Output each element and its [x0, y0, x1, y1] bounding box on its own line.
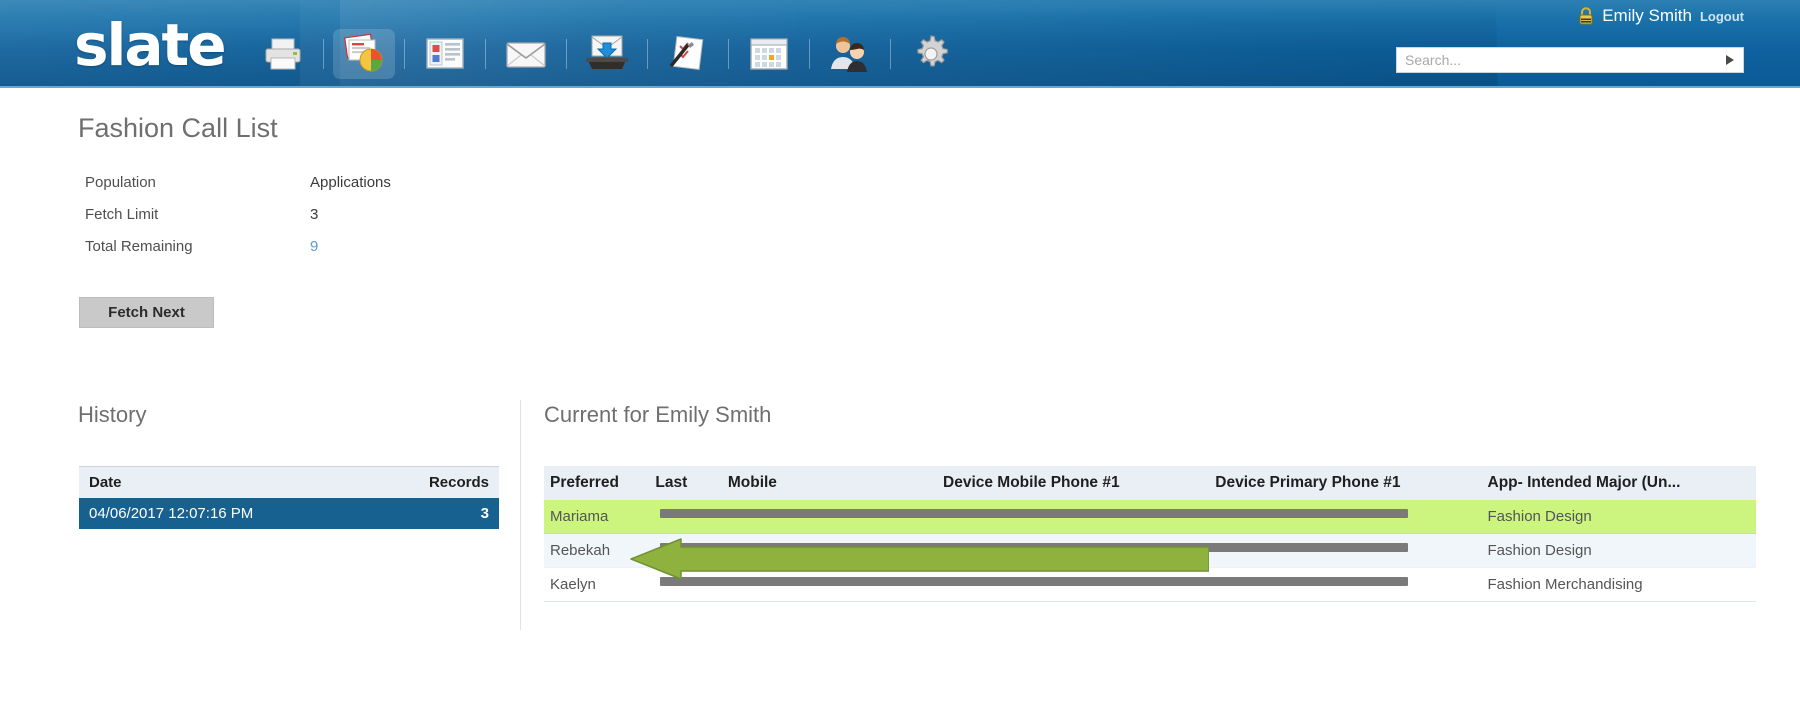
call-list-meta: Population Applications Fetch Limit 3 To…: [85, 166, 391, 262]
history-col-date[interactable]: Date: [79, 466, 372, 498]
annotation-arrow-left: [630, 538, 1209, 580]
meta-label: Population: [85, 173, 156, 191]
meta-value: Applications: [310, 173, 391, 191]
history-cell-records: 3: [371, 498, 499, 529]
nav-separator: [404, 39, 405, 69]
nav-separator: [809, 39, 810, 69]
redaction-bar: [660, 509, 1408, 518]
current-col-last[interactable]: Last: [649, 466, 722, 500]
lock-icon: [1579, 7, 1593, 25]
fetch-next-button[interactable]: Fetch Next: [79, 297, 214, 328]
nav-records[interactable]: [414, 29, 476, 79]
nav-reports[interactable]: [333, 29, 395, 79]
nav-forms[interactable]: [657, 29, 719, 79]
mail-icon: [506, 42, 546, 68]
history-table: Date Records 04/06/2017 12:07:16 PM 3: [79, 466, 499, 529]
logout-link[interactable]: Logout: [1700, 9, 1744, 24]
nav-printer[interactable]: [252, 29, 314, 79]
records-icon: [426, 38, 464, 69]
nav-calendar[interactable]: [738, 29, 800, 79]
search-box[interactable]: [1396, 47, 1744, 73]
nav-separator: [728, 39, 729, 69]
current-col-major[interactable]: App- Intended Major (Un...: [1481, 466, 1756, 500]
checklist-pen-icon: [669, 35, 704, 71]
cell-preferred: Mariama: [544, 500, 650, 534]
user-name[interactable]: Emily Smith: [1602, 6, 1692, 26]
nav-separator: [566, 39, 567, 69]
calendar-icon: [750, 38, 788, 70]
printer-icon: [265, 38, 301, 70]
cell-major: Fashion Design: [1481, 500, 1756, 534]
nav-mail[interactable]: [495, 29, 557, 79]
reports-icon: [344, 33, 383, 72]
current-col-preferred[interactable]: Preferred: [544, 466, 650, 500]
meta-label: Fetch Limit: [85, 205, 159, 223]
current-col-device-primary[interactable]: Device Primary Phone #1: [1209, 466, 1482, 500]
people-icon: [831, 37, 867, 72]
search-input[interactable]: [1397, 49, 1717, 71]
cell-major: Fashion Merchandising: [1481, 567, 1756, 602]
page-root: slate Emily Smith Logout Search... Fashi…: [0, 0, 1800, 703]
nav-inbox[interactable]: [576, 29, 638, 79]
current-col-mobile[interactable]: Mobile: [721, 466, 938, 500]
history-header-row: Date Records: [79, 466, 499, 498]
meta-row-fetch-limit: Fetch Limit 3: [85, 198, 391, 230]
slate-logo[interactable]: slate: [74, 16, 227, 74]
meta-row-total-remaining: Total Remaining 9: [85, 230, 391, 262]
nav-separator: [485, 39, 486, 69]
history-title: History: [78, 402, 147, 427]
triangle-right-icon: [1726, 55, 1734, 65]
total-remaining-link[interactable]: 9: [310, 238, 318, 255]
nav-people[interactable]: [819, 29, 881, 79]
section-divider: [520, 400, 521, 630]
current-header-row: Preferred Last Mobile Device Mobile Phon…: [544, 466, 1756, 500]
nav-settings[interactable]: [900, 29, 962, 79]
user-bar: Emily Smith Logout: [1578, 5, 1744, 27]
nav-separator: [890, 39, 891, 69]
history-col-records[interactable]: Records: [371, 466, 499, 498]
page-title: Fashion Call List: [78, 113, 278, 143]
history-cell-date: 04/06/2017 12:07:16 PM: [79, 498, 372, 529]
inbox-download-icon: [586, 35, 628, 69]
meta-row-population: Population Applications: [85, 166, 391, 198]
nav-separator: [647, 39, 648, 69]
header-nav-icons: [252, 29, 962, 79]
cell-major: Fashion Design: [1481, 533, 1756, 568]
gear-icon: [917, 35, 948, 67]
history-row[interactable]: 04/06/2017 12:07:16 PM 3: [79, 498, 499, 529]
meta-value: 3: [310, 205, 319, 223]
search-submit-button[interactable]: [1717, 48, 1743, 72]
meta-label: Total Remaining: [85, 237, 193, 255]
current-title: Current for Emily Smith: [544, 402, 772, 427]
nav-separator: [323, 39, 324, 69]
header-underline: [0, 86, 1800, 88]
current-col-device-mobile[interactable]: Device Mobile Phone #1: [937, 466, 1210, 500]
